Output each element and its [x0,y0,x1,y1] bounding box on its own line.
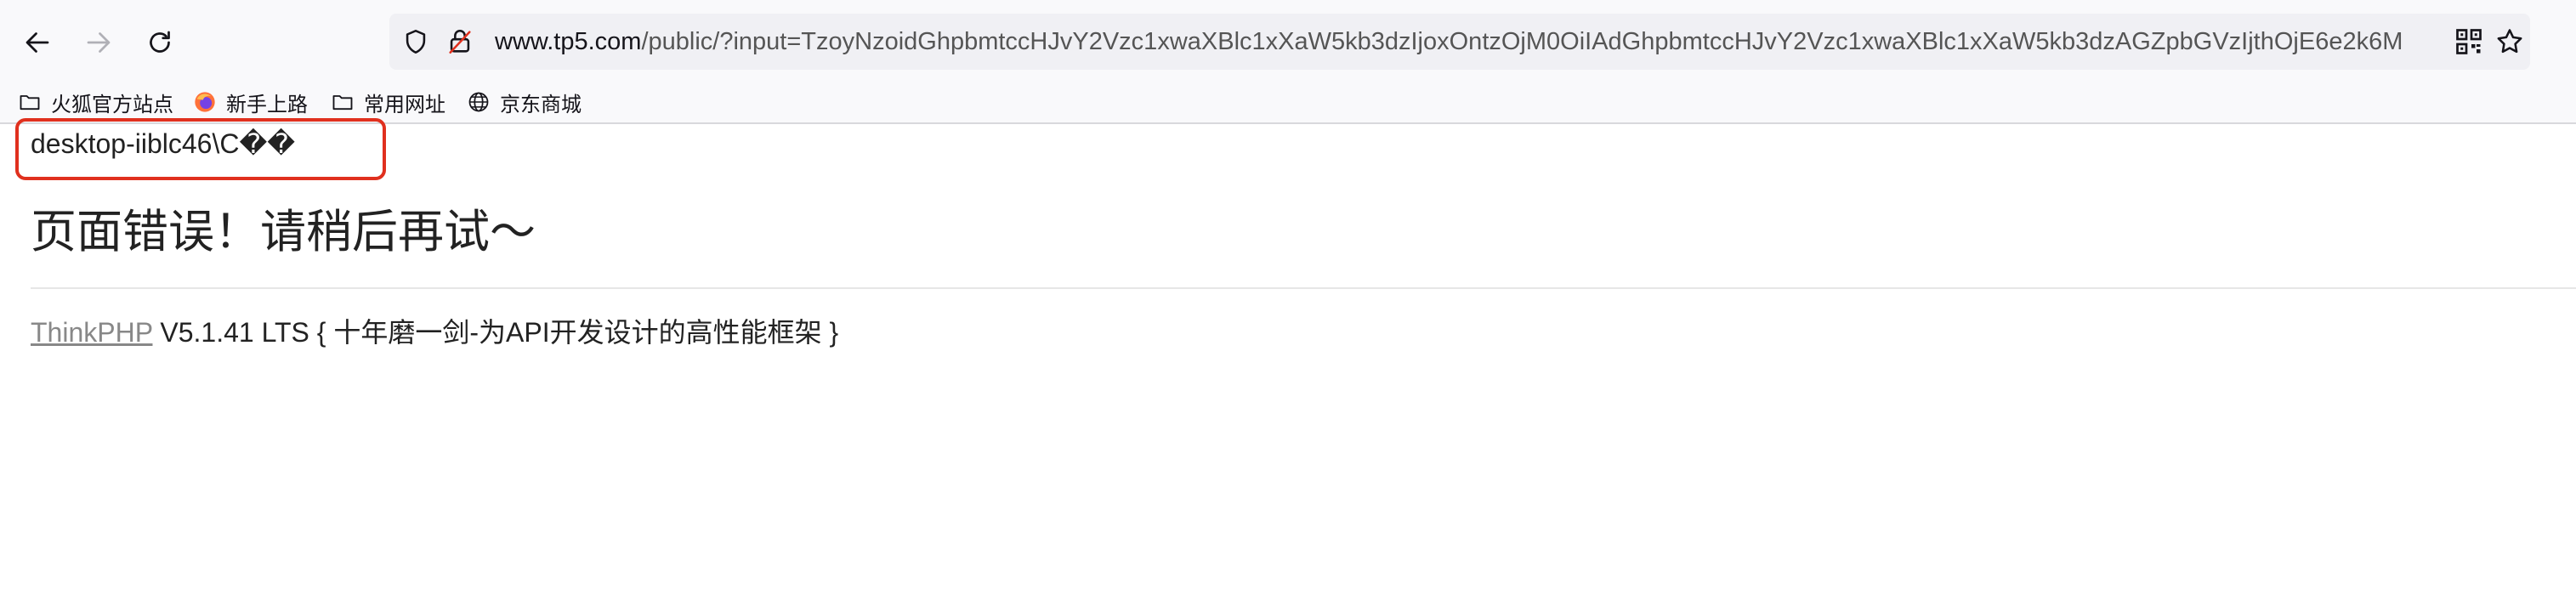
bookmarks-toolbar: 火狐官方站点 新手上路 常用网址 京东商城 [0,82,2576,124]
tracking-shield-icon[interactable] [401,27,430,56]
folder-icon [17,89,43,115]
forward-arrow-icon [87,32,111,53]
back-arrow-icon [26,32,49,53]
url-host: www.tp5.com [495,28,642,55]
bookmark-common-sites[interactable]: 常用网址 [330,85,445,119]
framework-version-text: V5.1.41 LTS { 十年磨一剑-为API开发设计的高性能框架 } [152,317,839,348]
firefox-icon [192,89,218,115]
thinkphp-link[interactable]: ThinkPHP [31,317,152,348]
reload-button[interactable] [136,19,184,66]
bookmark-star-icon[interactable] [2494,26,2525,57]
browser-toolbar: www.tp5.com/public/?input=TzoyNzoidGhpbm… [0,0,2576,82]
bookmark-getting-started[interactable]: 新手上路 [192,85,308,119]
bookmark-firefox-official[interactable]: 火狐官方站点 [17,85,173,119]
divider [31,287,2576,289]
framework-footer: ThinkPHP V5.1.41 LTS { 十年磨一剑-为API开发设计的高性… [31,311,838,350]
command-output-text: desktop-iiblc46\C�� [31,128,296,159]
url-path: /public/?input=TzoyNzoidGhpbmtccHJvY2Vzc… [641,28,2403,55]
bookmark-jd-mall[interactable]: 京东商城 [466,85,582,119]
address-bar[interactable]: www.tp5.com/public/?input=TzoyNzoidGhpbm… [389,14,2530,70]
globe-icon [466,89,491,115]
folder-icon [330,89,355,115]
qr-code-icon[interactable] [2454,26,2484,57]
insecure-lock-icon[interactable] [445,27,474,56]
bookmark-label: 火狐官方站点 [51,93,173,116]
back-button[interactable] [14,19,61,66]
page-content: desktop-iiblc46\C�� 页面错误！请稍后再试～ ThinkPHP… [0,118,2576,612]
bookmark-label: 新手上路 [226,93,308,116]
url-text[interactable]: www.tp5.com/public/?input=TzoyNzoidGhpbm… [495,14,2455,70]
bookmark-label: 京东商城 [500,93,582,116]
error-heading: 页面错误！请稍后再试～ [31,207,536,258]
reload-icon [150,31,170,53]
bookmark-label: 常用网址 [364,93,445,116]
forward-button[interactable] [75,19,122,66]
